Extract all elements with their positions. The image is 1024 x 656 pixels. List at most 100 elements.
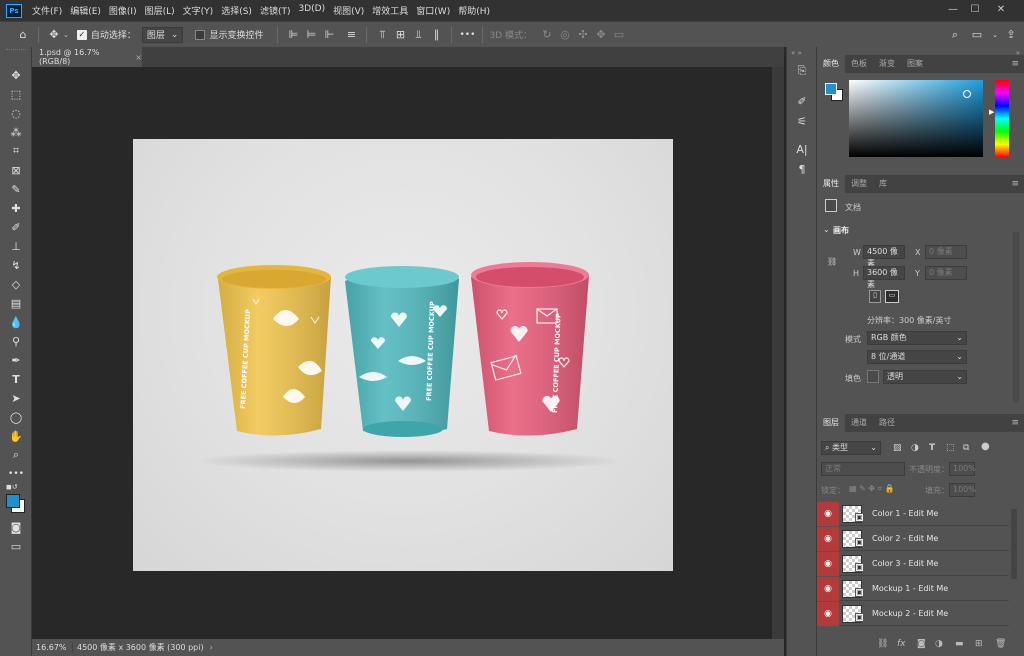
layer-row[interactable]: ◉ ▣ Color 3 - Edit Me <box>817 552 1009 576</box>
properties-scrollbar[interactable] <box>1013 232 1019 402</box>
hand-tool-icon[interactable]: ✋ <box>7 428 25 444</box>
layer-row[interactable]: ◉ ▣ Color 1 - Edit Me <box>817 502 1009 526</box>
x-field[interactable]: 0 像素 <box>925 245 967 259</box>
3d-roll-icon[interactable]: ◎ <box>556 26 574 44</box>
screen-mode-icon[interactable]: ▭ <box>7 538 25 554</box>
filter-adjustment-icon[interactable]: ◑ <box>911 443 919 453</box>
layer-row[interactable]: ◉ ▣ Color 2 - Edit Me <box>817 527 1009 551</box>
filter-pixel-icon[interactable]: ▨ <box>893 443 902 453</box>
auto-select-checkbox[interactable]: ✓ <box>76 29 87 40</box>
zoom-tool-icon[interactable]: ⌕ <box>7 447 25 463</box>
pen-tool-icon[interactable]: ✒ <box>7 352 25 368</box>
color-field[interactable] <box>849 80 983 157</box>
crop-tool-icon[interactable]: ⌗ <box>7 143 25 159</box>
filter-shape-icon[interactable]: ⬚ <box>946 443 955 453</box>
menu-item-11[interactable]: 帮助(H) <box>454 4 494 17</box>
adjustment-layer-icon[interactable]: ◑ <box>935 639 943 649</box>
menu-item-1[interactable]: 编辑(E) <box>66 4 105 17</box>
menu-item-2[interactable]: 图像(I) <box>105 4 141 17</box>
foreground-color-swatch[interactable] <box>6 494 20 508</box>
3d-orbit-icon[interactable]: ↻ <box>538 26 556 44</box>
3d-slide-icon[interactable]: ✥ <box>592 26 610 44</box>
lock-icons[interactable]: ▦ ✎ ✥ ⌗ 🔒 <box>849 484 895 494</box>
mode-dropdown[interactable]: RGB 颜色 ⌄ <box>867 331 967 345</box>
dodge-tool-icon[interactable]: ⚲ <box>7 333 25 349</box>
tab-adjustments[interactable]: 调整 <box>845 175 873 193</box>
filter-type-icon[interactable]: T <box>929 443 935 453</box>
visibility-eye-icon[interactable]: ◉ <box>817 552 839 576</box>
character-panel-icon[interactable]: A| <box>793 141 811 157</box>
toolbar-grip[interactable] <box>6 49 26 52</box>
more-options-icon[interactable]: ••• <box>458 26 476 44</box>
home-icon[interactable]: ⌂ <box>14 26 32 44</box>
tool-preset-chevron-icon[interactable]: ⌄ <box>63 31 69 39</box>
menu-item-0[interactable]: 文件(F) <box>28 4 66 17</box>
vertical-scrollbar[interactable] <box>772 67 784 639</box>
marquee-tool-icon[interactable]: ⬚ <box>7 86 25 102</box>
add-mask-icon[interactable]: ◙ <box>917 639 926 649</box>
auto-select-target-dropdown[interactable]: 图层 ⌄ <box>141 26 184 43</box>
3d-camera-icon[interactable]: ▭ <box>610 26 628 44</box>
status-arrow-icon[interactable]: › <box>210 643 213 652</box>
quick-mask-icon[interactable]: ◙ <box>7 519 25 535</box>
link-layers-icon[interactable]: ⛓ <box>877 639 888 649</box>
collapse-dock-icon[interactable]: « » <box>791 49 802 57</box>
fill-dropdown[interactable]: 透明 ⌄ <box>883 370 967 384</box>
menu-item-9[interactable]: 增效工具 <box>368 4 412 17</box>
tab-swatches[interactable]: 色板 <box>845 55 873 73</box>
menu-item-5[interactable]: 选择(S) <box>217 4 256 17</box>
layer-row[interactable]: ◉ ▣ Mockup 1 - Edit Me <box>817 577 1009 601</box>
brush-tool-icon[interactable]: ✐ <box>7 219 25 235</box>
magic-wand-tool-icon[interactable]: ⁂ <box>7 124 25 140</box>
tab-channels[interactable]: 通道 <box>845 414 873 432</box>
menu-item-3[interactable]: 图层(L) <box>141 4 179 17</box>
canvas-section-chevron-icon[interactable]: ⌄ <box>823 225 830 234</box>
layers-scrollbar[interactable] <box>1011 509 1017 579</box>
artboard[interactable]: FREE COFFEE CUP MOCKUP FREE COFFEE CUP M… <box>133 139 673 571</box>
layer-name[interactable]: Color 3 - Edit Me <box>872 559 938 568</box>
tab-layers[interactable]: 图层 <box>817 414 845 432</box>
hue-slider[interactable] <box>995 80 1009 157</box>
path-selection-tool-icon[interactable]: ➤ <box>7 390 25 406</box>
layer-name[interactable]: Color 2 - Edit Me <box>872 534 938 543</box>
menu-item-8[interactable]: 视图(V) <box>329 4 368 17</box>
distribute-icon[interactable]: ≡ <box>342 26 360 44</box>
align-bottom-icon[interactable]: ⫫ <box>409 26 427 44</box>
tab-properties[interactable]: 属性 <box>817 175 845 193</box>
maximize-button[interactable]: ☐ <box>966 2 984 18</box>
layer-filter-dropdown[interactable]: ⌕ 类型 ⌄ <box>821 441 881 455</box>
tab-patterns[interactable]: 图案 <box>901 55 929 73</box>
blur-tool-icon[interactable]: 💧 <box>7 314 25 330</box>
layer-style-icon[interactable]: fx <box>897 639 906 649</box>
search-icon[interactable]: ⌕ <box>946 26 964 44</box>
new-group-icon[interactable]: ▬ <box>955 639 964 649</box>
share-icon[interactable]: ⇪ <box>1002 26 1020 44</box>
minimize-button[interactable]: — <box>944 2 962 18</box>
show-transform-checkbox[interactable] <box>195 29 206 40</box>
visibility-eye-icon[interactable]: ◉ <box>817 602 839 626</box>
align-top-icon[interactable]: ⫪ <box>373 26 391 44</box>
3d-pan-icon[interactable]: ✣ <box>574 26 592 44</box>
layer-name[interactable]: Color 1 - Edit Me <box>872 509 938 518</box>
y-field[interactable]: 0 像素 <box>925 266 967 280</box>
width-field[interactable]: 4500 像素 <box>863 245 905 268</box>
filter-toggle-icon[interactable]: ● <box>981 441 990 452</box>
history-brush-tool-icon[interactable]: ↯ <box>7 257 25 273</box>
brush-settings-icon[interactable]: ✐ <box>793 93 811 109</box>
tab-color[interactable]: 颜色 <box>817 55 845 73</box>
distribute-vertical-icon[interactable]: ∥ <box>427 26 445 44</box>
clone-stamp-tool-icon[interactable]: ⊥ <box>7 238 25 254</box>
adjustments-icon[interactable]: ⚟ <box>793 113 811 129</box>
menu-item-6[interactable]: 滤镜(T) <box>256 4 295 17</box>
visibility-eye-icon[interactable]: ◉ <box>817 527 839 551</box>
lasso-tool-icon[interactable]: ◌ <box>7 105 25 121</box>
eyedropper-tool-icon[interactable]: ✎ <box>7 181 25 197</box>
opacity-field[interactable]: 100% <box>949 462 976 476</box>
frame-tool-icon[interactable]: ⊠ <box>7 162 25 178</box>
menu-item-7[interactable]: 3D(D) <box>294 4 329 17</box>
type-tool-icon[interactable]: T <box>7 371 25 387</box>
layer-row[interactable]: ◉ ▣ Mockup 2 - Edit Me <box>817 602 1009 626</box>
history-panel-icon[interactable]: ⎘ <box>793 63 811 79</box>
layer-name[interactable]: Mockup 2 - Edit Me <box>872 609 948 618</box>
healing-brush-tool-icon[interactable]: ✚ <box>7 200 25 216</box>
